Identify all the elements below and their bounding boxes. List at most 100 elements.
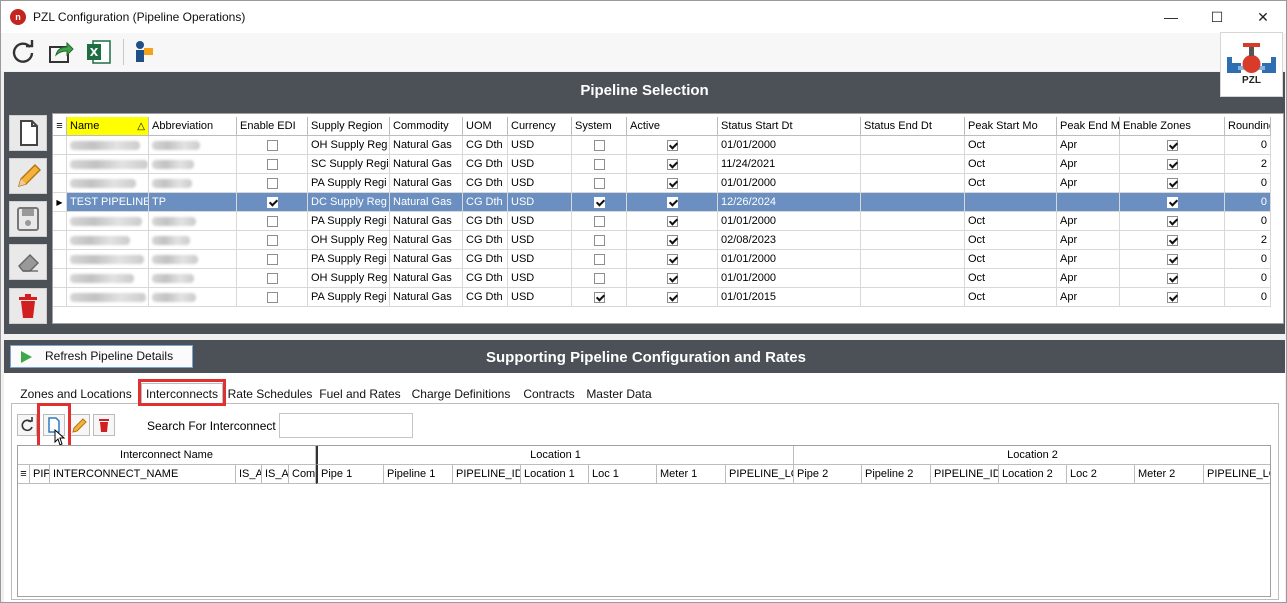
checkbox-active[interactable] [666,139,678,151]
cell-abbr[interactable] [149,250,237,269]
cell-uom[interactable]: CG Dth [463,136,508,155]
cell-uom[interactable]: CG Dth [463,288,508,307]
cell-system[interactable] [572,136,627,155]
checkbox-zones[interactable] [1166,291,1178,303]
table-row[interactable]: SC Supply Regi Natural Gas CG Dth USD 11/24/… [53,155,1271,174]
new-record-button[interactable] [9,115,47,151]
table-row[interactable]: PA Supply Regi Natural Gas CG Dth USD 01/01/… [53,250,1271,269]
checkbox-system[interactable] [593,234,605,246]
cell-peak-start[interactable] [965,193,1057,212]
cell-currency[interactable]: USD [508,288,572,307]
grid-options-icon[interactable]: ≡ [53,117,67,136]
cell-uom[interactable]: CG Dth [463,174,508,193]
cell-region[interactable]: SC Supply Regi [308,155,390,174]
interconnect-delete-button[interactable] [93,414,115,436]
cell-zones[interactable] [1120,269,1225,288]
cell-peak-start[interactable]: Oct [965,212,1057,231]
cell-name[interactable] [67,174,149,193]
cell-uom[interactable]: CG Dth [463,193,508,212]
column-header-peak-start-mo[interactable]: Peak Start Mo [965,117,1057,136]
cell-rounding[interactable]: 0 [1225,250,1271,269]
checkbox-edi[interactable] [266,253,278,265]
cell-system[interactable] [572,231,627,250]
cell-rounding[interactable]: 2 [1225,231,1271,250]
ic-column-pipeline-1[interactable]: Pipeline 1 [384,465,453,484]
checkbox-zones[interactable] [1166,139,1178,151]
column-header-currency[interactable]: Currency [508,117,572,136]
checkbox-edi[interactable] [266,139,278,151]
cell-system[interactable] [572,288,627,307]
cell-abbr[interactable]: TP [149,193,237,212]
cell-active[interactable] [627,212,718,231]
column-header-name[interactable]: Name △ [67,117,149,136]
cell-active[interactable] [627,174,718,193]
cell-active[interactable] [627,288,718,307]
cell-peak-start[interactable]: Oct [965,288,1057,307]
checkbox-zones[interactable] [1166,272,1178,284]
column-header-commodity[interactable]: Commodity [390,117,463,136]
ic-column-pipe-2[interactable]: Pipe 2 [794,465,862,484]
cell-zones[interactable] [1120,193,1225,212]
column-header-enable-zones[interactable]: Enable Zones [1120,117,1225,136]
checkbox-system[interactable] [593,158,605,170]
ic-column-pip[interactable]: PIP [30,465,50,484]
cell-start[interactable]: 12/26/2024 [718,193,861,212]
cell-peak-end[interactable]: Apr [1057,212,1120,231]
cell-peak-end[interactable]: Apr [1057,231,1120,250]
cell-active[interactable] [627,136,718,155]
cell-currency[interactable]: USD [508,174,572,193]
cell-edi[interactable] [237,193,308,212]
cell-region[interactable]: OH Supply Reg [308,136,390,155]
ic-column-loc-1[interactable]: Loc 1 [589,465,657,484]
table-row[interactable]: PA Supply Regi Natural Gas CG Dth USD 01/01/… [53,174,1271,193]
cell-abbr[interactable] [149,212,237,231]
cell-commodity[interactable]: Natural Gas [390,269,463,288]
checkbox-zones[interactable] [1166,215,1178,227]
column-header-status-start-dt[interactable]: Status Start Dt [718,117,861,136]
checkbox-system[interactable] [593,139,605,151]
checkbox-active[interactable] [666,253,678,265]
cell-region[interactable]: PA Supply Regi [308,250,390,269]
tab-charge-definitions[interactable]: Charge Definitions [407,384,515,404]
cell-rounding[interactable]: 2 [1225,155,1271,174]
delete-record-button[interactable] [9,288,47,324]
cell-uom[interactable]: CG Dth [463,212,508,231]
cell-uom[interactable]: CG Dth [463,231,508,250]
tab-master-data[interactable]: Master Data [583,384,655,404]
cell-currency[interactable]: USD [508,212,572,231]
cell-region[interactable]: OH Supply Reg [308,269,390,288]
cell-active[interactable] [627,193,718,212]
export-icon[interactable] [47,38,75,66]
cell-rounding[interactable]: 0 [1225,269,1271,288]
ic-column-is-a-1[interactable]: IS_A [236,465,262,484]
table-row[interactable]: PA Supply Regi Natural Gas CG Dth USD 01/01/… [53,288,1271,307]
column-header-active[interactable]: Active [627,117,718,136]
cell-system[interactable] [572,193,627,212]
checkbox-active[interactable] [666,215,678,227]
checkbox-system[interactable] [593,177,605,189]
cell-peak-end[interactable] [1057,193,1120,212]
checkbox-edi[interactable] [266,196,278,208]
ic-column-pipeline-id-1[interactable]: PIPELINE_ID [453,465,521,484]
cell-start[interactable]: 02/08/2023 [718,231,861,250]
cell-rounding[interactable]: 0 [1225,136,1271,155]
cell-peak-start[interactable]: Oct [965,136,1057,155]
ic-column-meter-2[interactable]: Meter 2 [1135,465,1204,484]
table-row[interactable]: ▶ TEST PIPELINE TP DC Supply Reg Natural Gas… [53,193,1271,212]
cell-end[interactable] [861,136,965,155]
cell-peak-start[interactable]: Oct [965,155,1057,174]
cell-commodity[interactable]: Natural Gas [390,212,463,231]
cell-name[interactable] [67,269,149,288]
ic-column-loc-2[interactable]: Loc 2 [1067,465,1135,484]
cell-region[interactable]: PA Supply Regi [308,212,390,231]
column-header-rounding[interactable]: Rounding [1225,117,1271,136]
cell-system[interactable] [572,212,627,231]
cell-name[interactable] [67,155,149,174]
tab-fuel-and-rates[interactable]: Fuel and Rates [317,384,403,404]
checkbox-system[interactable] [593,215,605,227]
column-header-system[interactable]: System [572,117,627,136]
checkbox-system[interactable] [593,253,605,265]
cell-uom[interactable]: CG Dth [463,155,508,174]
table-row[interactable]: OH Supply Reg Natural Gas CG Dth USD 02/08/2… [53,231,1271,250]
cell-edi[interactable] [237,174,308,193]
